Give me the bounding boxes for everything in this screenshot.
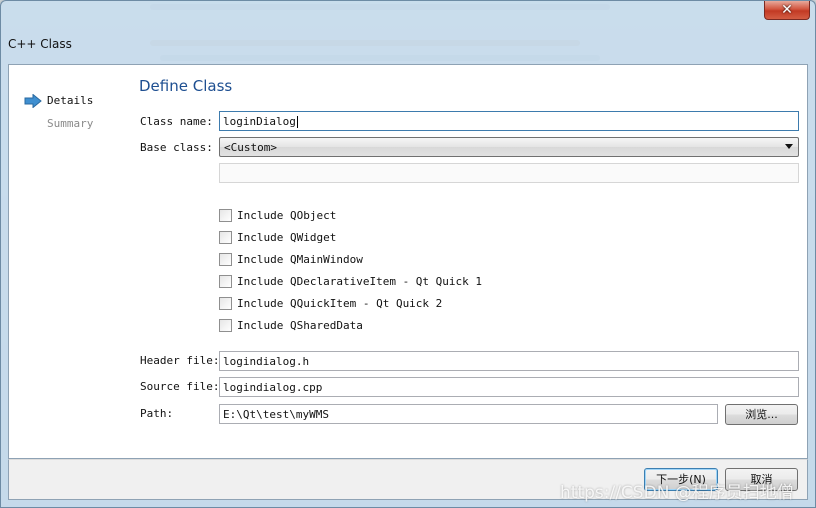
- include-qwidget-checkbox[interactable]: Include QWidget: [219, 230, 336, 244]
- include-qshareddata-checkbox[interactable]: Include QSharedData: [219, 318, 363, 332]
- checkbox-box[interactable]: [219, 230, 232, 244]
- include-qquickitem-checkbox[interactable]: Include QQuickItem - Qt Quick 2: [219, 296, 442, 310]
- source-file-input[interactable]: logindialog.cpp: [219, 377, 799, 397]
- header-file-input[interactable]: logindialog.h: [219, 351, 799, 371]
- include-qdeclarativeitem-checkbox[interactable]: Include QDeclarativeItem - Qt Quick 1: [219, 274, 482, 288]
- checkbox-label: Include QWidget: [237, 230, 337, 244]
- class-name-value: loginDialog: [223, 115, 296, 128]
- close-button[interactable]: ✕: [764, 1, 810, 20]
- include-qmainwindow-checkbox[interactable]: Include QMainWindow: [219, 252, 363, 266]
- checkbox-label: Include QObject: [237, 208, 337, 222]
- checkbox-label: Include QDeclarativeItem - Qt Quick 1: [237, 274, 483, 288]
- checkbox-box[interactable]: [219, 252, 232, 266]
- class-name-label: Class name:: [140, 115, 213, 128]
- chevron-down-icon: [785, 144, 793, 149]
- wizard-step-details: Details: [47, 94, 94, 107]
- wizard-step-summary: Summary: [47, 117, 94, 130]
- page-title: Define Class: [139, 77, 233, 95]
- header-file-label: Header file:: [140, 354, 220, 367]
- text-caret: [296, 116, 298, 128]
- checkbox-label: Include QMainWindow: [237, 252, 363, 266]
- current-step-arrow-icon: [24, 94, 42, 108]
- browse-button[interactable]: 浏览...: [725, 404, 798, 425]
- checkbox-label: Include QQuickItem - Qt Quick 2: [237, 296, 443, 310]
- custom-base-class-input[interactable]: [219, 163, 799, 183]
- checkbox-box[interactable]: [219, 208, 232, 222]
- checkbox-label: Include QSharedData: [237, 318, 363, 332]
- base-class-label: Base class:: [140, 141, 213, 154]
- source-file-label: Source file:: [140, 380, 220, 393]
- base-class-select[interactable]: <Custom>: [219, 137, 799, 157]
- window-title: C++ Class: [8, 37, 72, 51]
- watermark: https://CSDN @程序员扫地僧: [560, 483, 794, 503]
- path-label: Path:: [140, 407, 174, 420]
- include-qobject-checkbox[interactable]: Include QObject: [219, 208, 336, 222]
- class-name-input[interactable]: loginDialog: [219, 111, 799, 131]
- path-input[interactable]: E:\Qt\test\myWMS: [219, 404, 718, 424]
- checkbox-box[interactable]: [219, 296, 232, 310]
- checkbox-box[interactable]: [219, 274, 232, 288]
- checkbox-box[interactable]: [219, 318, 232, 332]
- close-icon: ✕: [781, 2, 793, 18]
- base-class-value: <Custom>: [224, 141, 277, 154]
